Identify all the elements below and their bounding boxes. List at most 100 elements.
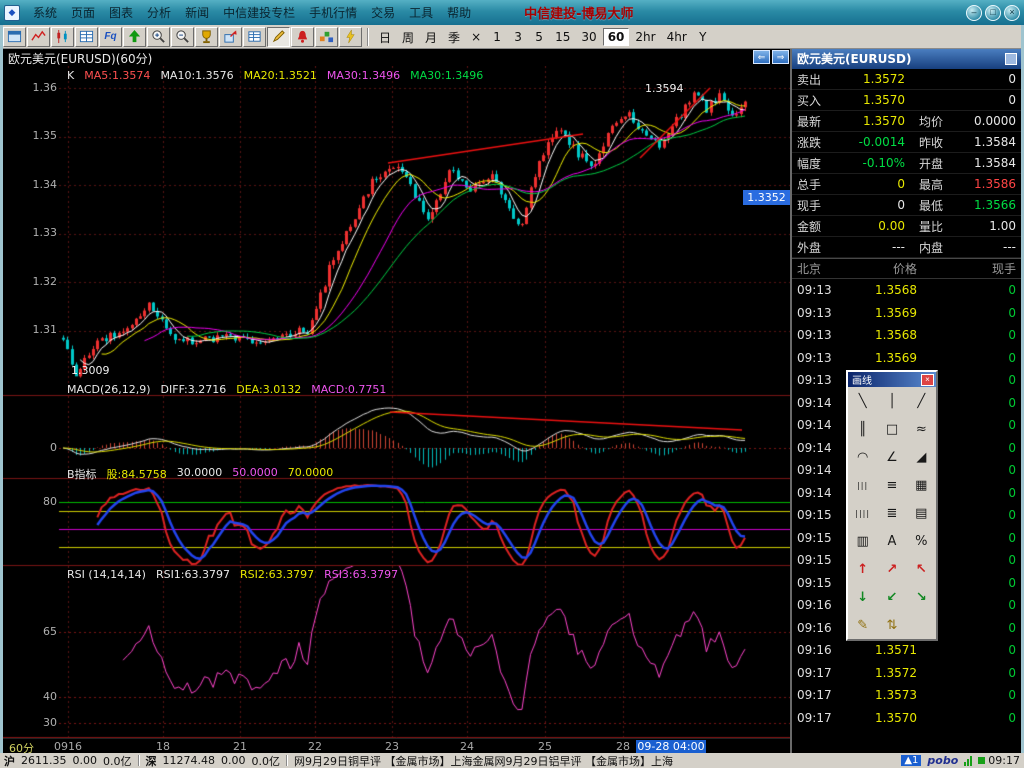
window-button[interactable] xyxy=(3,27,26,47)
price-chart-canvas[interactable] xyxy=(3,66,790,738)
text-tool-tool[interactable]: A xyxy=(877,527,906,555)
arrow-sw-green-tool[interactable]: ↙ xyxy=(877,583,906,611)
grid-lines-tool[interactable]: ▦ xyxy=(907,471,936,499)
menu-item-4[interactable]: 新闻 xyxy=(178,1,216,24)
angle-tool[interactable]: ∠ xyxy=(877,443,906,471)
period-button-×[interactable]: × xyxy=(466,28,486,46)
restore-icon[interactable] xyxy=(1005,53,1017,65)
arrow-down-green-tool[interactable]: ↓ xyxy=(848,583,877,611)
up-arrow-button[interactable] xyxy=(123,27,146,47)
quote-title-bar[interactable]: 欧元美元(EURUSD) xyxy=(792,49,1021,69)
quote-label: 量比 xyxy=(919,218,959,235)
price-channel-tool[interactable]: ▥ xyxy=(848,527,877,555)
tick-time: 09:13 xyxy=(797,328,847,342)
golden-section-tool[interactable]: ▤ xyxy=(907,499,936,527)
menu-item-7[interactable]: 交易 xyxy=(364,1,402,24)
price-tag: 1.3352 xyxy=(743,190,790,205)
tick-row[interactable]: 09:131.35690 xyxy=(792,302,1021,325)
period-button-1[interactable]: 1 xyxy=(487,28,507,46)
tick-row[interactable]: 09:131.35690 xyxy=(792,347,1021,370)
sort-tool-tool[interactable]: ⇅ xyxy=(877,611,906,639)
maximize-button[interactable]: □ xyxy=(985,5,1001,21)
tick-time: 09:13 xyxy=(797,306,847,320)
menu-item-2[interactable]: 图表 xyxy=(102,1,140,24)
period-button-月[interactable]: 月 xyxy=(420,28,442,46)
period-button-3[interactable]: 3 xyxy=(508,28,528,46)
candle-chart-button[interactable] xyxy=(51,27,74,47)
menu-item-1[interactable]: 页面 xyxy=(64,1,102,24)
wave-line-tool[interactable]: ≈ xyxy=(907,415,936,443)
horizontal-lines-3-tool[interactable]: ≡ xyxy=(877,471,906,499)
news-ticker[interactable]: 网9月29日铜早评 【金属市场】上海金属网9月29日铝早评 【金属市场】上海 xyxy=(294,753,895,768)
gann-fan-tool[interactable]: ◢ xyxy=(907,443,936,471)
arrow-se-green-tool[interactable]: ↘ xyxy=(907,583,936,611)
trophy-button[interactable] xyxy=(195,27,218,47)
quote-value: 1.3570 xyxy=(833,114,905,128)
tick-row[interactable]: 09:171.35720 xyxy=(792,662,1021,685)
drawing-palette[interactable]: 画线 × ╲│╱ ║□≈ ◠∠◢ |||≡▦ ||||≣▤ ▥A% ↑↗↖ ↓↙↘ ✎⇅ xyxy=(846,370,938,641)
period-button-60[interactable]: 60 xyxy=(603,28,630,46)
tick-row[interactable]: 09:131.35680 xyxy=(792,324,1021,347)
x-axis-tick: 18 xyxy=(156,740,170,753)
rectangle-tool[interactable]: □ xyxy=(877,415,906,443)
tick-row[interactable]: 09:131.35680 xyxy=(792,279,1021,302)
period-button-15[interactable]: 15 xyxy=(550,28,575,46)
menu-item-5[interactable]: 中信建投专栏 xyxy=(216,1,302,24)
menu-item-9[interactable]: 帮助 xyxy=(440,1,478,24)
period-button-2hr[interactable]: 2hr xyxy=(630,28,660,46)
menu-item-6[interactable]: 手机行情 xyxy=(302,1,364,24)
tick-row[interactable]: 09:161.35710 xyxy=(792,639,1021,662)
scroll-right-button[interactable]: ⇒ xyxy=(772,50,789,64)
arc-tool[interactable]: ◠ xyxy=(848,443,877,471)
export-button[interactable] xyxy=(219,27,242,47)
title-bar[interactable]: ◆ 系统页面图表分析新闻中信建投专栏手机行情交易工具帮助 中信建投-博易大师 –… xyxy=(0,0,1024,25)
palette-title-bar[interactable]: 画线 × xyxy=(848,372,936,387)
arrow-ne-red-tool[interactable]: ↗ xyxy=(877,555,906,583)
zoom-in-button[interactable] xyxy=(147,27,170,47)
table-button[interactable] xyxy=(243,27,266,47)
draw-button[interactable] xyxy=(267,27,290,47)
alarm-button[interactable] xyxy=(291,27,314,47)
toolbar-separator xyxy=(367,28,369,46)
lightning-button[interactable] xyxy=(339,27,362,47)
vertical-lines-3-tool[interactable]: ||| xyxy=(848,471,877,499)
sz-index: 11274.48 xyxy=(163,754,216,767)
x-axis-tick: 23 xyxy=(385,740,399,753)
period-button-季[interactable]: 季 xyxy=(443,28,465,46)
tick-row[interactable]: 09:171.35730 xyxy=(792,684,1021,707)
tick-row[interactable]: 09:171.35700 xyxy=(792,707,1021,730)
period-button-5[interactable]: 5 xyxy=(529,28,549,46)
dea-label: DEA:3.0132 xyxy=(236,383,301,396)
sh-change: 0.00 xyxy=(73,754,98,767)
menu-item-3[interactable]: 分析 xyxy=(140,1,178,24)
menu-item-8[interactable]: 工具 xyxy=(402,1,440,24)
period-button-日[interactable]: 日 xyxy=(374,28,396,46)
close-button[interactable]: × xyxy=(1004,5,1020,21)
parallel-line-tool[interactable]: ║ xyxy=(848,415,877,443)
minimize-button[interactable]: – xyxy=(966,5,982,21)
vertical-lines-4-tool[interactable]: |||| xyxy=(848,499,877,527)
period-button-Y[interactable]: Y xyxy=(693,28,713,46)
pencil-tool-tool[interactable]: ✎ xyxy=(848,611,877,639)
arrow-nw-red-tool[interactable]: ↖ xyxy=(907,555,936,583)
horizontal-lines-4-tool[interactable]: ≣ xyxy=(877,499,906,527)
blocks-button[interactable] xyxy=(315,27,338,47)
period-button-30[interactable]: 30 xyxy=(576,28,601,46)
period-button-4hr[interactable]: 4hr xyxy=(662,28,692,46)
arrow-up-red-tool[interactable]: ↑ xyxy=(848,555,877,583)
period-button-周[interactable]: 周 xyxy=(397,28,419,46)
line-chart-button[interactable] xyxy=(27,27,50,47)
menu-item-0[interactable]: 系统 xyxy=(26,1,64,24)
trophy-icon xyxy=(199,29,214,44)
percent-tool-tool[interactable]: % xyxy=(907,527,936,555)
zoom-out-button[interactable] xyxy=(171,27,194,47)
grid-button[interactable] xyxy=(75,27,98,47)
scroll-left-button[interactable]: ⇐ xyxy=(753,50,770,64)
trend-line-tool[interactable]: ╲ xyxy=(848,387,877,415)
close-icon[interactable]: × xyxy=(921,374,934,386)
kd-title: B指标 xyxy=(67,466,97,482)
vertical-line-tool[interactable]: │ xyxy=(877,387,906,415)
ray-line-tool[interactable]: ╱ xyxy=(907,387,936,415)
fq-button[interactable]: Fq xyxy=(99,27,122,47)
main-indicator-labels: K MA5:1.3574 MA10:1.3576 MA20:1.3521 MA3… xyxy=(67,69,483,82)
